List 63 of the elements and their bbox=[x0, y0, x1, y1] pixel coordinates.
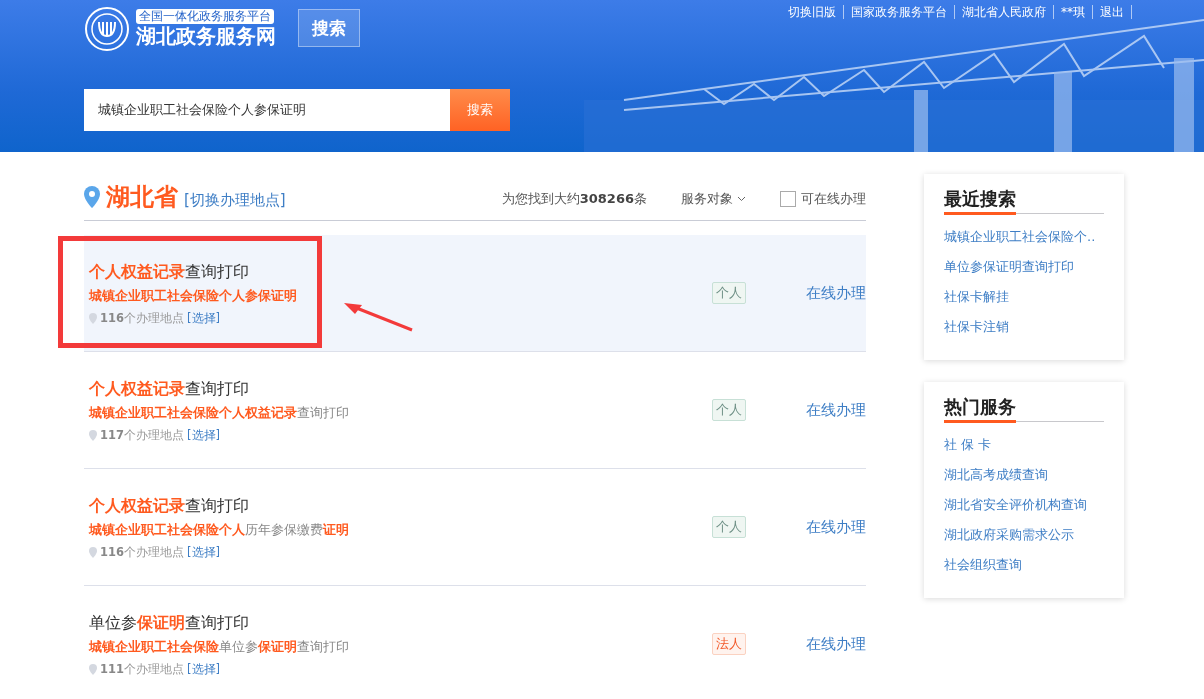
sidebar-link[interactable]: 湖北高考成绩查询 bbox=[944, 460, 1104, 490]
service-tag: 个人 bbox=[712, 516, 746, 538]
header-link[interactable]: **琪 bbox=[1054, 5, 1093, 19]
site-title: 湖北政务服务网 bbox=[136, 24, 276, 49]
service-tag: 法人 bbox=[712, 633, 746, 655]
sidebar-link[interactable]: 城镇企业职工社会保险个.. bbox=[944, 222, 1104, 252]
location-count: 117个办理地点 bbox=[100, 427, 184, 443]
result-count: 为您找到大约308266条 bbox=[501, 190, 647, 208]
card-title: 最近搜索 bbox=[944, 186, 1016, 215]
service-title[interactable]: 个人权益记录查询打印 bbox=[89, 260, 249, 283]
checkbox-label: 可在线办理 bbox=[801, 190, 866, 208]
search-button[interactable]: 搜索 bbox=[450, 89, 510, 131]
result-row[interactable]: 单位参保证明查询打印 城镇企业职工社会保险单位参保证明查询打印 111个办理地点 [选择] 法人 在线办理 bbox=[84, 586, 866, 699]
sidebar-link[interactable]: 湖北省安全评价机构查询 bbox=[944, 490, 1104, 520]
location-pin-icon bbox=[84, 186, 100, 208]
result-row[interactable]: 个人权益记录查询打印 城镇企业职工社会保险个人权益记录查询打印 117个办理地点 [选择] 个人 在线办理 bbox=[84, 352, 866, 468]
service-subtitle: 城镇企业职工社会保险个人历年参保缴费证明 bbox=[89, 520, 349, 539]
service-tag: 个人 bbox=[712, 282, 746, 304]
platform-subtitle: 全国一体化政务服务平台 bbox=[136, 9, 274, 24]
service-subtitle: 城镇企业职工社会保险个人参保证明 bbox=[89, 286, 297, 305]
search-button[interactable]: 搜索 bbox=[298, 9, 360, 47]
search-field[interactable]: 城镇企业职工社会保险个人参保证明 bbox=[84, 89, 450, 131]
online-handle-link[interactable]: 在线办理 bbox=[806, 283, 866, 303]
service-subtitle: 城镇企业职工社会保险个人权益记录查询打印 bbox=[89, 403, 349, 422]
sidebar-link[interactable]: 湖北政府采购需求公示 bbox=[944, 520, 1104, 550]
switch-location-link[interactable]: [切换办理地点] bbox=[184, 190, 286, 210]
result-row[interactable]: 个人权益记录查询打印 城镇企业职工社会保险个人参保证明 116个办理地点 [选择] 个人 在线办理 bbox=[84, 235, 866, 351]
online-only-checkbox[interactable] bbox=[780, 191, 796, 207]
sidebar-link[interactable]: 社保卡注销 bbox=[944, 312, 1104, 342]
sidebar-link[interactable]: 社保卡解挂 bbox=[944, 282, 1104, 312]
location-count: 116个办理地点 bbox=[100, 310, 184, 326]
service-title[interactable]: 个人权益记录查询打印 bbox=[89, 494, 249, 517]
choose-link[interactable]: [选择] bbox=[187, 661, 220, 677]
annotation-arrow bbox=[342, 302, 414, 332]
choose-link[interactable]: [选择] bbox=[187, 427, 220, 443]
location-count: 111个办理地点 bbox=[100, 661, 184, 677]
location-count: 116个办理地点 bbox=[100, 544, 184, 560]
location-pin-icon bbox=[89, 312, 97, 324]
header-link[interactable]: 切换旧版 bbox=[781, 5, 844, 19]
sidebar-link[interactable]: 单位参保证明查询打印 bbox=[944, 252, 1104, 282]
sidebar-link[interactable]: 社 保 卡 bbox=[944, 430, 1104, 460]
location-pin-icon bbox=[89, 663, 97, 675]
online-handle-link[interactable]: 在线办理 bbox=[806, 517, 866, 537]
header-link[interactable]: 国家政务服务平台 bbox=[844, 5, 955, 19]
service-title[interactable]: 单位参保证明查询打印 bbox=[89, 611, 249, 634]
service-title[interactable]: 个人权益记录查询打印 bbox=[89, 377, 249, 400]
online-handle-link[interactable]: 在线办理 bbox=[806, 400, 866, 420]
choose-link[interactable]: [选择] bbox=[187, 310, 220, 326]
result-row[interactable]: 个人权益记录查询打印 城镇企业职工社会保险个人历年参保缴费证明 116个办理地点 [选择] 个人 在线办理 bbox=[84, 469, 866, 585]
location-pin-icon bbox=[89, 546, 97, 558]
caret-icon bbox=[737, 196, 746, 202]
location-pin-icon bbox=[89, 429, 97, 441]
logo-emblem-icon bbox=[84, 6, 130, 52]
province-name: 湖北省 bbox=[106, 182, 178, 213]
header-link[interactable]: 退出 bbox=[1093, 5, 1132, 19]
choose-link[interactable]: [选择] bbox=[187, 544, 220, 560]
card-title: 热门服务 bbox=[944, 394, 1016, 423]
service-tag: 个人 bbox=[712, 399, 746, 421]
service-target-dropdown[interactable]: 服务对象 bbox=[681, 190, 746, 208]
service-subtitle: 城镇企业职工社会保险单位参保证明查询打印 bbox=[89, 637, 349, 656]
online-handle-link[interactable]: 在线办理 bbox=[806, 634, 866, 654]
header-link[interactable]: 湖北省人民政府 bbox=[955, 5, 1054, 19]
sidebar-link[interactable]: 社会组织查询 bbox=[944, 550, 1104, 580]
